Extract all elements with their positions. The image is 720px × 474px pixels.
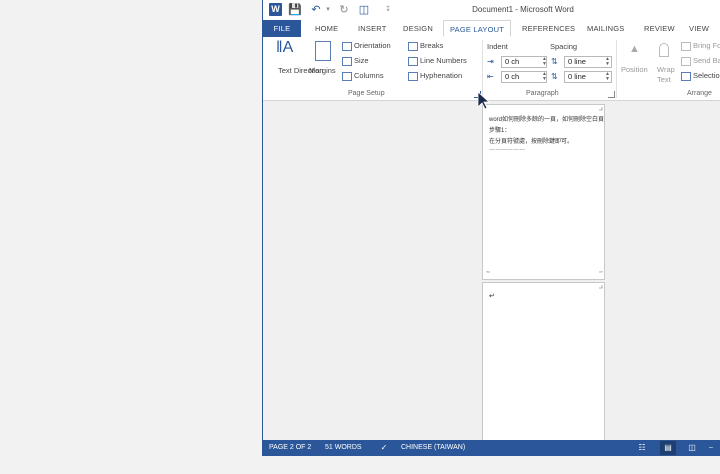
bring-forward-label: Bring Fo [693,41,720,50]
document-page-1[interactable]: word如何刪除多餘的一頁，如何刪除空白頁 步驟1： 在分頁符號處，按刪除鍵即可… [482,104,605,280]
spacing-label: Spacing [550,42,578,51]
size-label: Size [354,56,369,65]
page-corner-mark [599,285,603,289]
orientation-label: Orientation [354,41,391,50]
columns-label: Columns [354,71,384,80]
position-label: Position [621,65,648,74]
status-bar: PAGE 2 OF 2 51 WORDS ✓ CHINESE (TAIWAN) … [263,440,720,456]
tab-design[interactable]: DESIGN [403,20,433,37]
indent-right-icon: ⇤ [487,72,494,81]
document-title: Document1 - Microsoft Word [472,5,574,14]
send-backward-icon [681,57,691,66]
margins-button[interactable]: Margins [307,39,341,87]
breaks-label: Breaks [420,41,444,50]
customize-qat-icon[interactable]: ↧ [381,3,395,17]
size-button[interactable]: Size [342,56,382,68]
wrap-text-button[interactable]: Wrap Text [653,41,679,87]
columns-icon [342,72,352,81]
selection-pane-icon [681,72,691,81]
mouse-cursor-icon [477,91,491,110]
page-corner-mark [599,271,603,273]
line-numbers-icon [408,57,418,66]
touch-mode-icon[interactable]: ◫ [357,3,371,17]
page-count-status[interactable]: PAGE 2 OF 2 [269,440,311,456]
page-text-line: word如何刪除多餘的一頁，如何刪除空白頁 [489,117,605,123]
indent-label: Indent [487,42,508,51]
tab-mailings[interactable]: MAILINGS [587,20,624,37]
indent-left-icon: ⇥ [487,57,494,66]
line-numbers-button[interactable]: Line Numbers [408,56,478,68]
indent-left-spinner[interactable]: ▲ ▼ [542,57,547,67]
undo-dropdown-icon[interactable]: ▾ [321,3,335,17]
send-backward-label: Send Ba [693,56,720,65]
word-window: W 💾 ↶ ▾ ↻ ◫ ↧ Document1 - Microsoft Word… [262,0,720,456]
language-status[interactable]: CHINESE (TAIWAN) [401,440,465,456]
print-layout-icon[interactable]: ▤ [660,441,676,455]
orientation-icon [342,42,352,51]
orientation-button[interactable]: Orientation [342,41,404,53]
text-direction-icon: ‖A [276,39,294,56]
paragraph-group-label: Paragraph [526,90,559,97]
hyphenation-icon [408,72,418,81]
columns-button[interactable]: Columns [342,71,402,83]
position-icon: ▲ [629,43,640,55]
spacing-before-icon: ⇅ [551,57,558,66]
web-layout-icon[interactable]: ◫ [687,443,697,452]
document-page-2[interactable]: ↵ [482,282,605,447]
group-separator [616,40,617,98]
bring-forward-button[interactable]: Bring Fo [681,41,720,53]
word-count-status[interactable]: 51 WORDS [325,440,362,456]
indent-left-input[interactable]: 0 ch [501,56,547,68]
size-icon [342,57,352,66]
send-backward-button[interactable]: Send Ba [681,56,720,68]
document-area[interactable]: word如何刪除多餘的一頁，如何刪除空白頁 步驟1： 在分頁符號處，按刪除鍵即可… [263,101,720,447]
indent-right-input[interactable]: 0 ch [501,71,547,83]
spacing-after-spinner[interactable]: ▲ ▼ [605,72,610,82]
page-text-line: ↵ [489,293,495,300]
arrange-group-label: Arrange [687,90,712,97]
title-bar: W 💾 ↶ ▾ ↻ ◫ ↧ Document1 - Microsoft Word [263,0,720,20]
page-text-line: 在分頁符號處，按刪除鍵即可。 [489,139,574,145]
page-corner-mark [486,271,490,273]
bring-forward-icon [681,42,691,51]
tab-references[interactable]: REFERENCES [522,20,575,37]
page-text-line: 步驟1： [489,128,511,134]
margins-label: Margins [309,66,336,75]
redo-icon[interactable]: ↻ [337,3,351,17]
tab-review[interactable]: REVIEW [644,20,675,37]
tab-insert[interactable]: INSERT [358,20,387,37]
page-corner-mark [599,107,603,111]
line-numbers-label: Line Numbers [420,56,467,65]
zoom-slider-minus[interactable]: – [709,440,713,456]
position-button[interactable]: ▲ Position [619,41,651,87]
selection-pane-label: Selection [693,71,720,80]
tab-home[interactable]: HOME [315,20,338,37]
page-setup-group-label: Page Setup [348,90,385,97]
tab-view[interactable]: VIEW [689,20,709,37]
page-text-line: ……………… [489,146,525,152]
tab-file[interactable]: FILE [263,20,301,37]
read-mode-icon[interactable]: ☷ [637,443,647,452]
hyphenation-label: Hyphenation [420,71,463,80]
spacing-before-spinner[interactable]: ▲ ▼ [605,57,610,67]
word-app-icon[interactable]: W [269,3,282,16]
margins-icon [315,41,331,61]
proofing-icon[interactable]: ✓ [379,443,389,452]
tab-page-layout[interactable]: PAGE LAYOUT [443,20,512,37]
wrap-text-label: Wrap Text [657,65,675,84]
indent-right-spinner[interactable]: ▲ ▼ [542,72,547,82]
ribbon-tabs: FILE HOME INSERT DESIGN PAGE LAYOUT REFE… [263,20,720,38]
wrap-text-icon [659,43,669,57]
paragraph-dialog-launcher[interactable] [608,91,615,98]
spacing-after-icon: ⇅ [551,72,558,81]
breaks-icon [408,42,418,51]
breaks-button[interactable]: Breaks [408,41,458,53]
text-direction-button[interactable]: ‖A Text Direction [266,39,323,87]
save-icon[interactable]: 💾 [288,3,302,17]
hyphenation-button[interactable]: Hyphenation [408,71,476,83]
selection-pane-button[interactable]: Selection [681,71,720,83]
